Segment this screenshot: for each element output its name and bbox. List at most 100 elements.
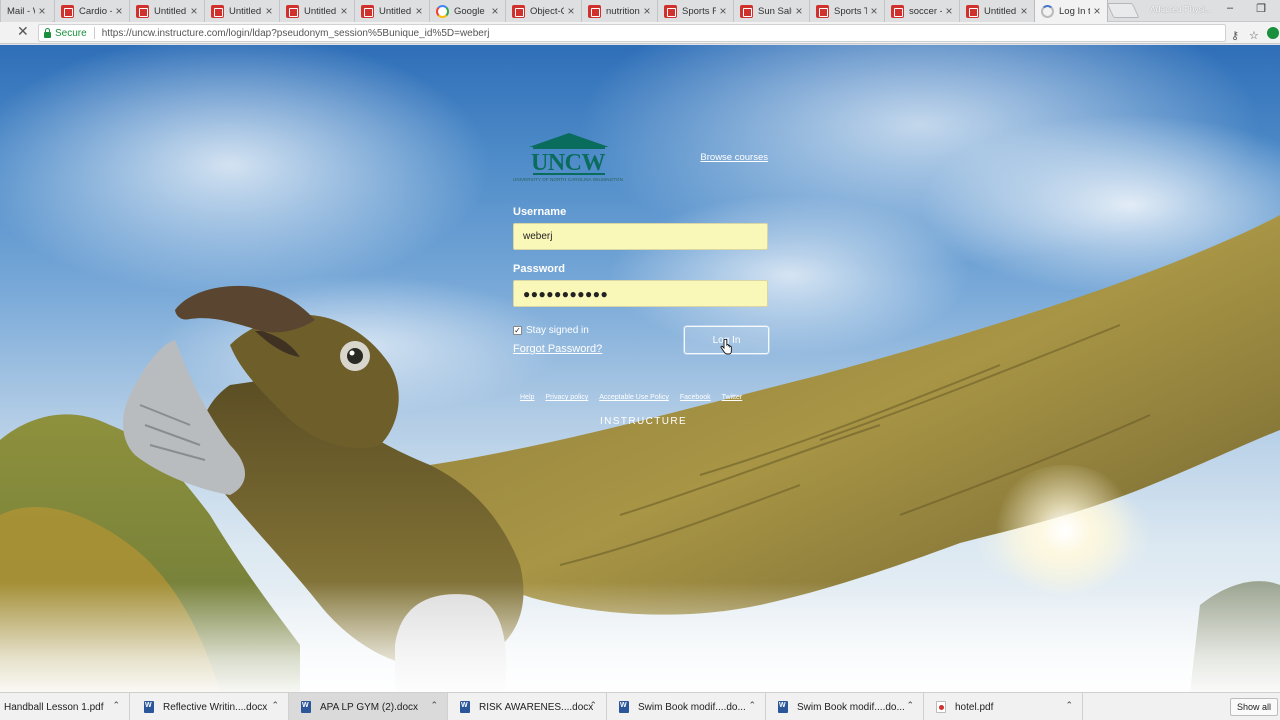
pdf-favicon-icon [966,4,979,18]
show-all-downloads-button[interactable]: Show all [1230,698,1278,716]
download-item[interactable]: Handball Lesson 1.pdf ⌃ [0,693,130,720]
download-filename: Swim Book modif....do... [797,701,905,713]
pdf-favicon-icon [512,4,525,18]
tab-close-icon[interactable]: × [262,0,276,22]
tab[interactable]: Untitled d × [279,0,354,22]
tab-close-icon[interactable]: × [1017,0,1031,22]
tab-close-icon[interactable]: × [640,0,654,22]
tab-close-icon[interactable]: × [35,0,49,22]
tab-close-icon[interactable]: × [412,0,426,22]
download-filename: APA LP GYM (2).docx [320,701,419,713]
tab-title: Mail - We [7,5,35,17]
chevron-up-icon[interactable]: ⌃ [112,700,120,711]
tab-close-icon[interactable]: × [792,0,806,22]
username-value: weberj [523,231,553,242]
tab[interactable]: soccer - × [884,0,959,22]
tab-title: Log In to [1059,5,1090,17]
stay-signed-in-checkbox[interactable]: ✓ [513,326,522,335]
pdf-favicon-icon [286,4,299,18]
tab-close-icon[interactable]: × [337,0,351,22]
hand-cursor-icon [720,339,732,355]
tab[interactable]: Cardio - G × [54,0,129,22]
username-field[interactable]: weberj [513,223,768,250]
minimize-icon[interactable]: – [1221,2,1239,14]
tab-title: Sports Tr [834,5,867,17]
profile-name[interactable]: Adapted Physi... [1150,4,1212,14]
tab-close-icon[interactable]: × [564,0,578,22]
stay-signed-in-label[interactable]: Stay signed in [526,325,589,336]
username-label: Username [513,206,567,218]
tab-close-icon[interactable]: × [942,0,956,22]
tab[interactable]: Sun Salut × [733,0,809,22]
chevron-up-icon[interactable]: ⌃ [906,700,914,711]
tab-close-icon[interactable]: × [716,0,730,22]
tab-close-icon[interactable]: × [187,0,201,22]
tab[interactable]: Untitled d × [129,0,204,22]
privacy-policy-link[interactable]: Privacy policy [545,394,588,401]
google-favicon-icon [436,4,449,18]
url-text[interactable]: https://uncw.instructure.com/login/ldap?… [102,28,490,39]
address-bar[interactable]: Secure https://uncw.instructure.com/logi… [38,24,1259,42]
download-shelf: Handball Lesson 1.pdf ⌃ Reflective Writi… [0,692,1280,720]
pdf-favicon-icon [740,4,753,18]
download-item[interactable]: Swim Book modif....do... ⌃ [766,693,924,720]
loading-spinner-icon [1041,4,1054,18]
stop-loading-icon[interactable]: ✕ [17,23,29,40]
password-field[interactable]: ●●●●●●●●●●● [513,280,768,307]
pdf-favicon-icon [61,4,74,18]
tab-title: soccer - [909,5,942,17]
acceptable-use-policy-link[interactable]: Acceptable Use Policy [599,394,669,401]
key-icon[interactable]: ⚷ [1231,29,1239,42]
tab[interactable]: Google × [429,0,505,22]
download-filename: Swim Book modif....do... [638,701,746,713]
browser-toolbar: ✕ Secure https://uncw.instructure.com/lo… [0,22,1280,44]
tab-close-icon[interactable]: × [867,0,881,22]
stay-signed-in-row[interactable]: ✓ Stay signed in [513,325,589,336]
tab[interactable]: Object-C × [505,0,581,22]
restore-icon[interactable]: ❐ [1252,2,1270,15]
pdf-favicon-icon [588,4,601,18]
pdf-favicon-icon [816,4,829,18]
extension-icon[interactable] [1267,27,1279,39]
download-filename: hotel.pdf [955,701,994,713]
tab-title: Cardio - G [79,5,112,17]
new-tab-button[interactable] [1106,3,1140,18]
instructure-logo[interactable]: INSTRUCTURE [600,416,687,427]
chevron-up-icon[interactable]: ⌃ [1065,700,1073,711]
tab[interactable]: Untitled d × [354,0,429,22]
download-item[interactable]: RISK AWARENES....docx ⌃ [448,693,607,720]
tab[interactable]: Untitled d × [204,0,279,22]
tab-title: Untitled d [304,5,337,17]
download-item[interactable]: hotel.pdf ⌃ [924,693,1083,720]
download-item[interactable]: Reflective Writin....docx ⌃ [130,693,289,720]
tab-close-icon[interactable]: × [488,0,502,22]
twitter-link[interactable]: Twitter [722,394,743,401]
background-fade [0,582,1280,692]
tab[interactable]: nutrition × [581,0,657,22]
download-item[interactable]: APA LP GYM (2).docx ⌃ [289,693,448,720]
chevron-up-icon[interactable]: ⌃ [430,700,438,711]
chevron-up-icon[interactable]: ⌃ [271,700,279,711]
tab-title: Object-C [530,5,564,17]
download-item[interactable]: Swim Book modif....do... ⌃ [607,693,766,720]
chevron-up-icon[interactable]: ⌃ [589,700,597,711]
tab-title: Sports Fu [682,5,716,17]
forgot-password-link[interactable]: Forgot Password? [513,343,602,355]
sun-glare [990,465,1140,595]
star-icon[interactable]: ☆ [1249,29,1259,42]
chevron-up-icon[interactable]: ⌃ [748,700,756,711]
tab-close-icon[interactable]: × [112,0,126,22]
tab[interactable]: Sports Tr × [809,0,884,22]
uncw-logo[interactable]: UNCW UNIVERSITY OF NORTH CAROLINA WILMIN… [513,133,625,187]
tab-title: Untitled d [229,5,262,17]
help-link[interactable]: Help [520,394,534,401]
facebook-link[interactable]: Facebook [680,394,711,401]
pdf-favicon-icon [664,4,677,18]
tab-close-icon[interactable]: × [1090,0,1104,22]
tab[interactable]: Sports Fu × [657,0,733,22]
tab[interactable]: Untitled d × [959,0,1034,22]
tab-active[interactable]: Log In to × [1034,0,1108,22]
tab[interactable]: Mail - We × [0,0,52,22]
browse-courses-link[interactable]: Browse courses [700,152,768,163]
page-viewport: UNCW UNIVERSITY OF NORTH CAROLINA WILMIN… [0,45,1280,692]
